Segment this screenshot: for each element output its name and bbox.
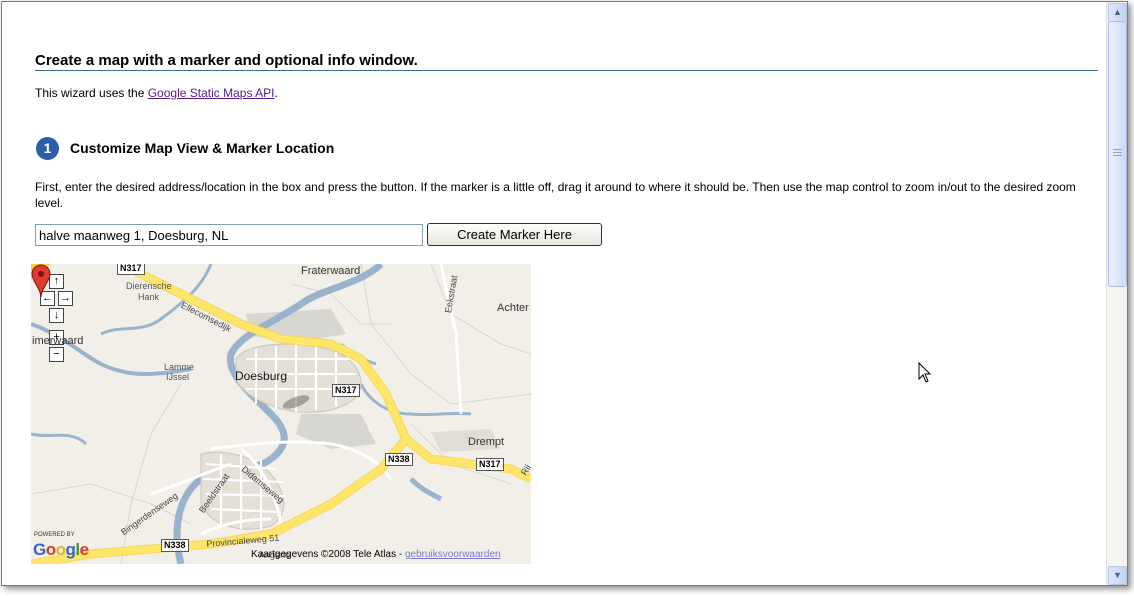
place-imerwaard: imerwaard [32, 335, 84, 347]
step-title: Customize Map View & Marker Location [70, 140, 335, 156]
page-title: Create a map with a marker and optional … [35, 52, 418, 69]
place-doesburg: Doesburg [235, 369, 288, 383]
place-drempt: Drempt [468, 436, 505, 448]
create-marker-button[interactable]: Create Marker Here [427, 223, 602, 246]
attribution-text: Kaartgegevens ©2008 Tele Atlas - [251, 549, 405, 560]
powered-by-label: POWERED BY [34, 532, 75, 538]
shield-n338-center: N338 [385, 453, 413, 466]
place-ussel: IJssel [166, 372, 190, 382]
pan-down-button[interactable]: ↓ [49, 308, 64, 323]
intro-suffix: . [274, 86, 278, 100]
shield-n338-bottom: N338 [161, 539, 189, 552]
intro-text: This wizard uses the Google Static Maps … [35, 86, 278, 100]
intro-prefix: This wizard uses the [35, 86, 148, 100]
scroll-down-button[interactable]: ▼ [1108, 566, 1127, 585]
address-input[interactable] [35, 224, 423, 246]
place-dierensche: Dierensche [126, 281, 172, 291]
static-maps-api-link[interactable]: Google Static Maps API [148, 86, 275, 100]
google-logo: Google [33, 540, 89, 559]
scroll-thumb[interactable] [1108, 21, 1127, 287]
shield-n317-right: N317 [476, 458, 504, 471]
pan-right-button[interactable]: → [58, 291, 73, 306]
page-content: Create a map with a marker and optional … [2, 2, 1106, 585]
scroll-up-button[interactable]: ▲ [1108, 3, 1127, 22]
place-lamme: Lamme [164, 362, 195, 372]
step-number-badge: 1 [36, 137, 59, 160]
place-hank: Hank [138, 292, 160, 302]
vertical-scrollbar[interactable]: ▲ ▼ [1106, 2, 1127, 585]
zoom-out-button[interactable]: − [49, 347, 64, 362]
marker-pin-icon[interactable] [31, 264, 51, 298]
title-divider [35, 70, 1098, 71]
terms-link[interactable]: gebruiksvoorwaarden [405, 549, 501, 560]
place-fraterwaard: Fraterwaard [301, 265, 361, 277]
map-view[interactable]: ↑ ← → ↓ + − Fraterwaard Dierensche Hank … [31, 264, 531, 564]
pan-up-button[interactable]: ↑ [49, 274, 64, 289]
mouse-cursor-icon [918, 362, 932, 383]
scroll-grip-icon [1113, 149, 1122, 157]
shield-n317-top: N317 [117, 264, 145, 275]
place-achter: Achter [497, 302, 529, 314]
browser-frame: Create a map with a marker and optional … [1, 1, 1128, 586]
map-attribution: Kaartgegevens ©2008 Tele Atlas - gebruik… [251, 549, 501, 560]
map-base-layer [31, 264, 531, 564]
step-instructions: First, enter the desired address/locatio… [35, 180, 1076, 210]
shield-n317-center: N317 [332, 384, 360, 397]
